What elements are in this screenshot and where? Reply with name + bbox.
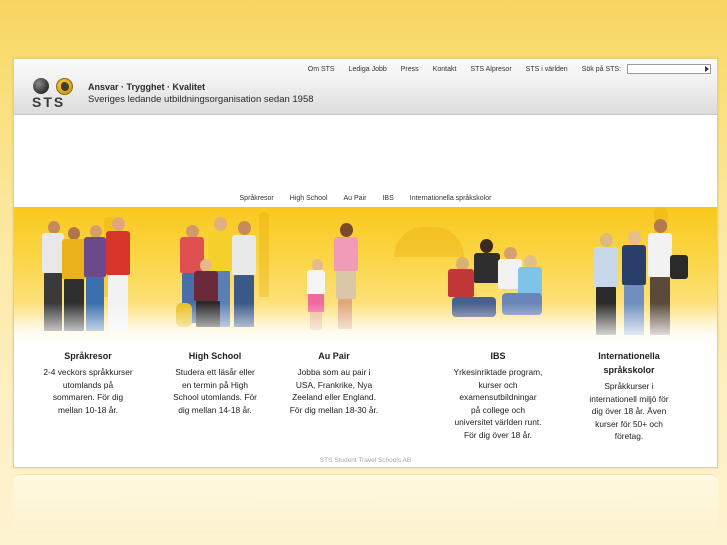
topnav-lediga-jobb[interactable]: Lediga Jobb bbox=[349, 66, 387, 73]
topnav-sts-alpresor[interactable]: STS Alpresor bbox=[470, 66, 511, 73]
column-text: Yrkesinriktade program, kurser och exame… bbox=[453, 367, 543, 440]
mainnav-internationella-sprakskolor[interactable]: Internationella språkskolor bbox=[410, 195, 492, 202]
main-navigation: Språkresor High School Au Pair IBS Inter… bbox=[14, 195, 717, 202]
topnav-press[interactable]: Press bbox=[401, 66, 419, 73]
top-navigation: Om STS Lediga Jobb Press Kontakt STS Alp… bbox=[294, 62, 711, 81]
mainnav-high-school[interactable]: High School bbox=[290, 195, 328, 202]
program-columns: Språkresor 2-4 veckors språkkurser utoml… bbox=[14, 349, 717, 445]
column-title[interactable]: High School bbox=[160, 349, 270, 363]
tagline-description: Sveriges ledande utbildningsorganisation… bbox=[88, 94, 314, 105]
column-ibs: IBS Yrkesinriktade program, kurser och e… bbox=[438, 349, 558, 442]
column-au-pair: Au Pair Jobba som au pair i USA, Frankri… bbox=[276, 349, 392, 416]
logo-globe-icon bbox=[56, 78, 73, 95]
column-text: Jobba som au pair i USA, Frankrike, Nya … bbox=[289, 367, 379, 415]
sts-logo[interactable]: STS bbox=[31, 78, 79, 110]
column-text: 2-4 veckors språkkurser utomlands på som… bbox=[43, 367, 133, 415]
logo-ball-icon bbox=[33, 78, 49, 94]
logo-text: STS bbox=[32, 94, 66, 110]
footer-company: STS Student Travel Schools AB bbox=[319, 457, 412, 464]
topnav-sts-i-varlden[interactable]: STS i världen bbox=[526, 66, 568, 73]
column-high-school: High School Studera ett läsår eller en t… bbox=[160, 349, 270, 416]
search-arrow-icon[interactable] bbox=[705, 66, 709, 72]
topnav-om-sts[interactable]: Om STS bbox=[308, 66, 335, 73]
column-title[interactable]: Au Pair bbox=[276, 349, 392, 363]
banner-fade bbox=[14, 303, 717, 343]
column-text: Språkkurser i internationell miljö för d… bbox=[589, 381, 669, 442]
search-box bbox=[627, 64, 711, 81]
site-header: Om STS Lediga Jobb Press Kontakt STS Alp… bbox=[14, 59, 717, 115]
column-internationella-sprakskolor: Internationella språkskolor Språkkurser … bbox=[576, 349, 682, 443]
column-text: Studera ett läsår eller en termin på Hig… bbox=[173, 367, 257, 415]
column-title[interactable]: Språkresor bbox=[28, 349, 148, 363]
mainnav-ibs[interactable]: IBS bbox=[382, 195, 393, 202]
hero-banner bbox=[14, 207, 717, 343]
mainnav-au-pair[interactable]: Au Pair bbox=[344, 195, 367, 202]
column-title[interactable]: IBS bbox=[438, 349, 558, 363]
mainnav-sprakresor[interactable]: Språkresor bbox=[240, 195, 274, 202]
search-input[interactable] bbox=[628, 73, 704, 81]
page-container: Om STS Lediga Jobb Press Kontakt STS Alp… bbox=[13, 58, 718, 468]
column-title[interactable]: Internationella språkskolor bbox=[576, 349, 682, 377]
topnav-kontakt[interactable]: Kontakt bbox=[433, 66, 457, 73]
page-reflection bbox=[13, 474, 718, 534]
search-label: Sök på STS: bbox=[581, 65, 621, 73]
tagline-values: Ansvar · Trygghet · Kvalitet bbox=[88, 82, 206, 92]
column-sprakresor: Språkresor 2-4 veckors språkkurser utoml… bbox=[28, 349, 148, 416]
